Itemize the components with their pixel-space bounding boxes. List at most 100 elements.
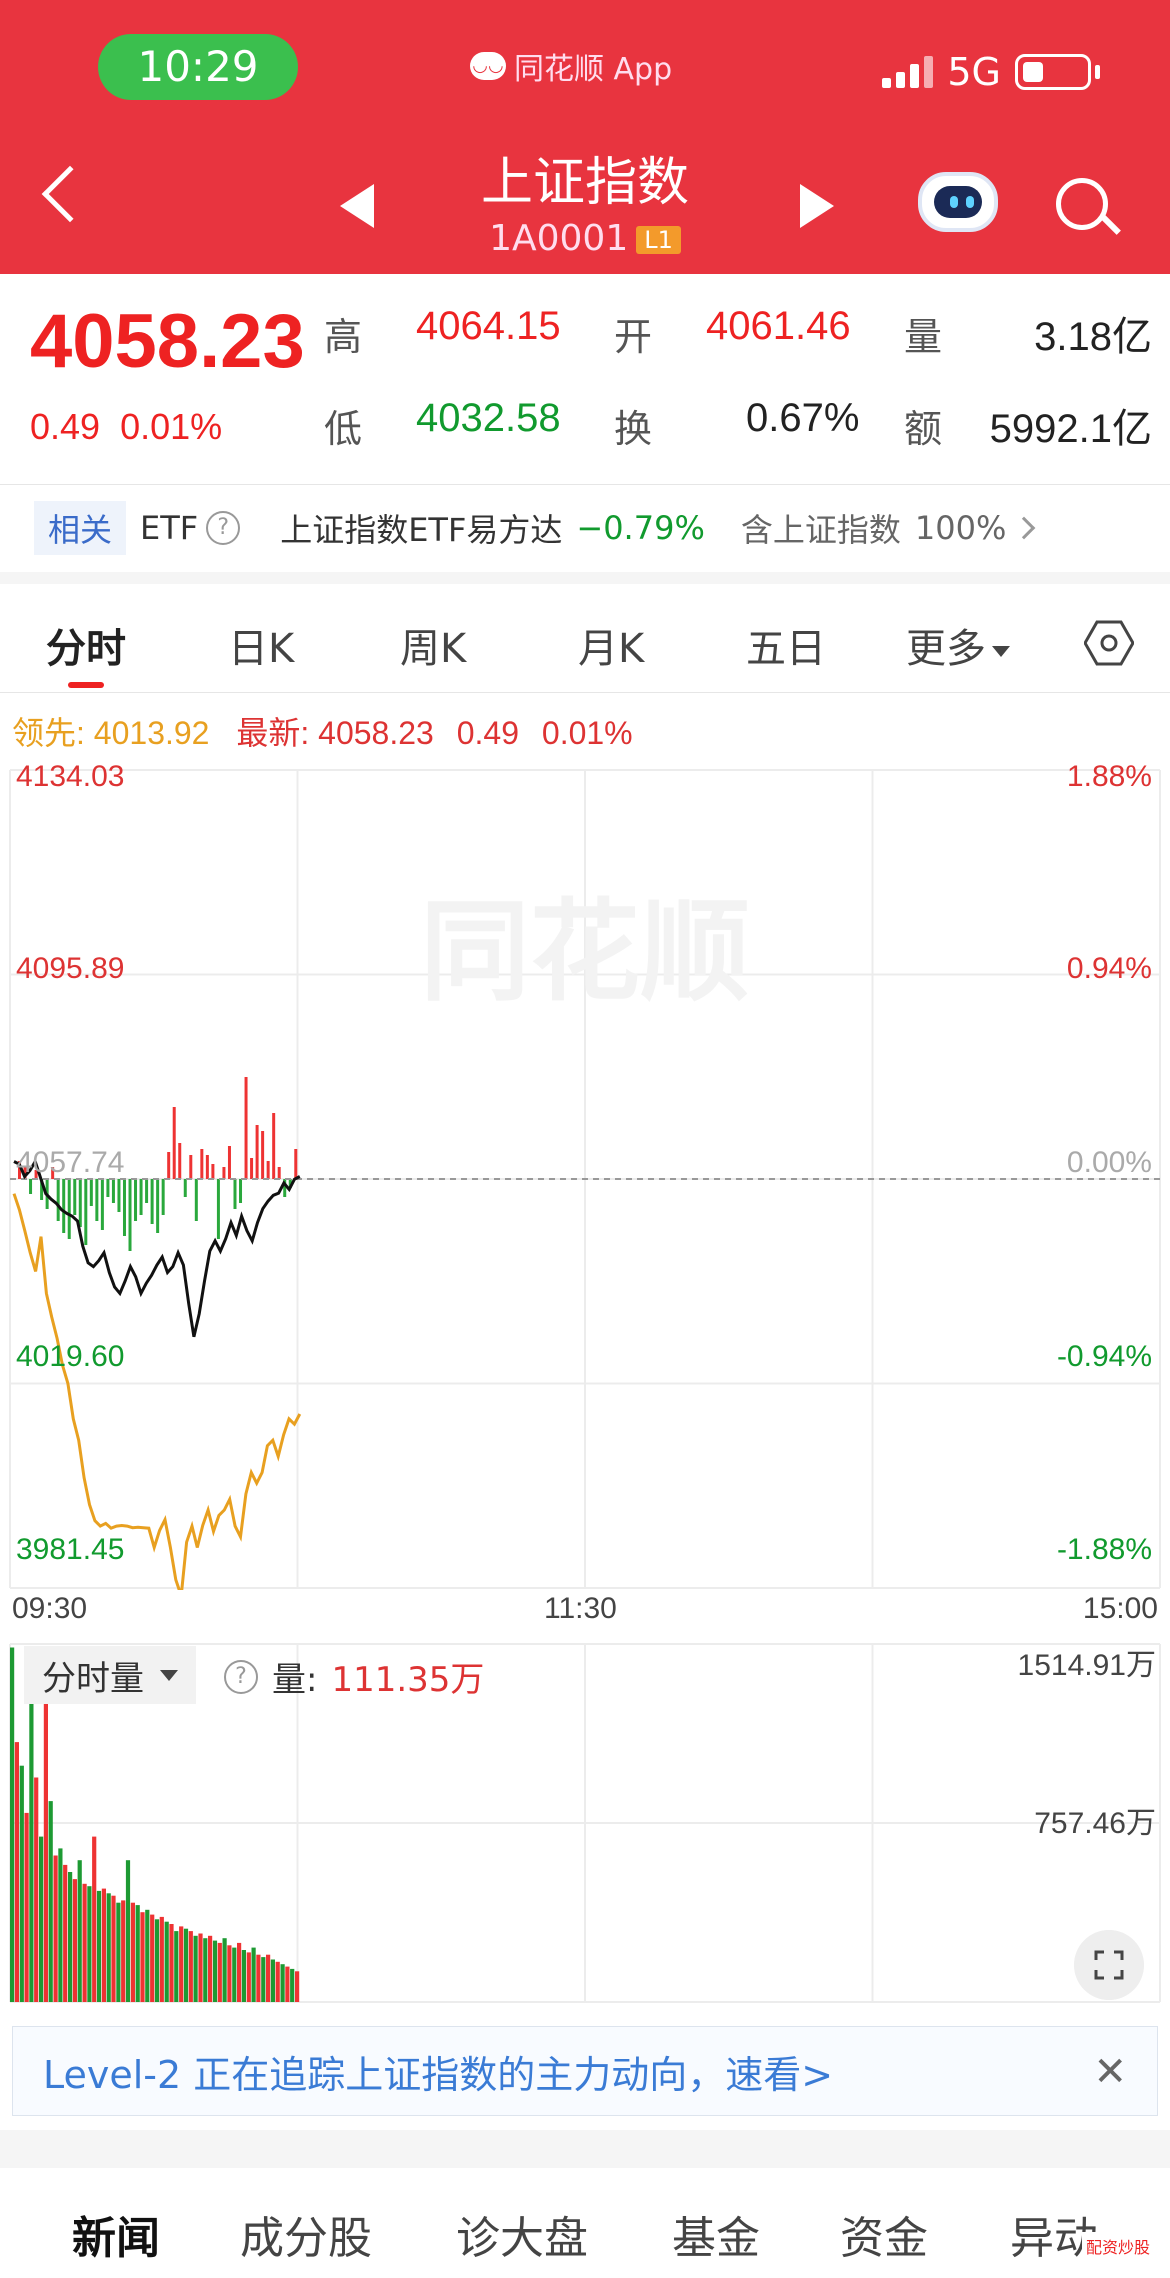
- volume-bar: [63, 1864, 68, 2002]
- flow-bar: [239, 1179, 243, 1203]
- help-icon[interactable]: ?: [224, 1659, 258, 1694]
- app-name-text: 同花顺 App: [514, 52, 673, 87]
- low-value: 4032.58: [416, 396, 561, 440]
- volume-bar: [169, 1924, 174, 2002]
- flow-bar: [250, 1158, 254, 1179]
- volume-bar: [275, 1961, 280, 2002]
- volume-bar: [285, 1966, 290, 2002]
- caret-down-icon: [160, 1669, 178, 1681]
- volume-bar: [125, 1860, 131, 2002]
- open-label: 开: [614, 315, 653, 359]
- volume-bar: [24, 1812, 29, 2002]
- volume-type-selector[interactable]: 分时量: [24, 1646, 196, 1704]
- flow-bar: [67, 1179, 71, 1239]
- volume-bar: [82, 1883, 87, 2002]
- flow-bar: [216, 1179, 220, 1239]
- flow-bar: [100, 1179, 104, 1230]
- tab-constituents[interactable]: 成分股: [240, 2202, 372, 2266]
- tab-weekly-k[interactable]: 周K: [400, 616, 466, 674]
- chart-info-row: 领先: 4013.92 最新: 4058.23 0.49 0.01%: [12, 708, 633, 754]
- battery-tip: [1095, 65, 1100, 79]
- flow-bar: [156, 1179, 160, 1233]
- tab-intraday[interactable]: 分时: [46, 616, 126, 674]
- flow-bar: [205, 1155, 209, 1179]
- volume-bar: [96, 1890, 102, 2002]
- leading-index-line: [12, 1193, 302, 1590]
- help-icon[interactable]: ?: [206, 511, 241, 545]
- tab-capital[interactable]: 资金: [840, 2202, 928, 2266]
- level-badge[interactable]: L1: [636, 226, 681, 254]
- flow-bar: [189, 1155, 193, 1179]
- volume-info: ? 量: 111.35万: [216, 1652, 484, 1701]
- volume-bar: [154, 1919, 160, 2002]
- x-tick: 09:30: [12, 1592, 88, 1625]
- related-etf-row[interactable]: 相关 ETF ? 上证指数ETF易方达 −0.79% 含上证指数 100%: [0, 486, 1170, 570]
- assistant-robot-icon[interactable]: [918, 172, 998, 232]
- tab-more[interactable]: 更多: [906, 616, 1010, 674]
- close-icon[interactable]: ✕: [1093, 2049, 1127, 2095]
- volume-bar: [295, 1971, 300, 2002]
- volume-bar: [34, 1777, 39, 2002]
- volume-bar: [203, 1938, 208, 2002]
- volume-bar: [92, 1836, 97, 2002]
- volume-bar: [183, 1928, 189, 2002]
- tab-news[interactable]: 新闻: [72, 2202, 160, 2266]
- y-right-tick: -0.94%: [1056, 1340, 1152, 1373]
- divider: [0, 484, 1170, 485]
- volume-bar: [227, 1945, 232, 2002]
- info-tabs: 新闻 成分股 诊大盘 基金 资金 异动 配资炒股: [0, 2168, 1170, 2278]
- fullscreen-icon[interactable]: [1074, 1930, 1144, 2000]
- active-tab-indicator: [68, 682, 104, 688]
- flow-bar: [261, 1131, 265, 1179]
- flow-bar: [183, 1179, 187, 1197]
- chart-settings-icon[interactable]: [1084, 618, 1134, 668]
- flow-bar: [222, 1167, 226, 1179]
- tab-monthly-k[interactable]: 月K: [578, 616, 644, 674]
- banner-text[interactable]: Level-2 正在追踪上证指数的主力动向，速看>: [43, 2044, 833, 2099]
- tab-daily-k[interactable]: 日K: [228, 616, 294, 674]
- level2-promo-banner[interactable]: Level-2 正在追踪上证指数的主力动向，速看> ✕: [12, 2026, 1158, 2116]
- caret-down-icon: [992, 645, 1010, 657]
- volume-bar: [164, 1921, 169, 2002]
- flow-bar: [211, 1164, 215, 1179]
- flow-bar: [266, 1161, 270, 1179]
- volume-bar: [14, 1742, 19, 2002]
- flow-bar: [255, 1125, 259, 1179]
- volume-bar: [208, 1935, 213, 2002]
- tab-funds[interactable]: 基金: [672, 2202, 760, 2266]
- volume-bar: [68, 1872, 73, 2002]
- app-logo-icon: ◡◡: [470, 52, 506, 80]
- flow-bar: [200, 1149, 204, 1179]
- latest-value: 4058.23: [318, 715, 434, 751]
- flow-bar: [178, 1143, 182, 1179]
- tab-five-day[interactable]: 五日: [746, 616, 826, 674]
- tab-diagnosis[interactable]: 诊大盘: [456, 2202, 588, 2266]
- price-change: 0.49 0.01%: [30, 406, 222, 448]
- volume-bar: [101, 1888, 106, 2002]
- flow-bar: [111, 1179, 115, 1203]
- flow-bar: [150, 1179, 154, 1224]
- volume-bar: [198, 1933, 203, 2002]
- flow-bar: [56, 1179, 60, 1221]
- tab-more-label: 更多: [906, 626, 986, 672]
- y-right-tick: 1.88%: [1066, 760, 1152, 793]
- volume-bar: [116, 1902, 121, 2002]
- intraday-chart[interactable]: 同花顺: [0, 750, 1170, 1590]
- chart-period-tabs: 分时 日K 周K 月K 五日 更多: [0, 600, 1170, 690]
- volume-bar: [193, 1935, 198, 2002]
- volume-bar: [19, 1765, 24, 2002]
- volume-bar: [87, 1886, 92, 2002]
- volume-bar: [130, 1902, 135, 2002]
- search-icon[interactable]: [1056, 178, 1108, 230]
- volume-bar: [159, 1916, 164, 2002]
- flow-bar: [117, 1179, 121, 1212]
- flow-bar: [227, 1146, 231, 1179]
- chevron-right-icon: [1013, 516, 1036, 540]
- volume-bar: [43, 1683, 48, 2002]
- amount-value: 5992.1亿: [989, 407, 1152, 451]
- flow-bar: [78, 1179, 82, 1227]
- next-stock-icon[interactable]: [800, 184, 834, 228]
- flow-bar: [95, 1179, 99, 1221]
- latest-change: 0.49: [456, 715, 519, 751]
- latest-pct: 0.01%: [541, 715, 633, 751]
